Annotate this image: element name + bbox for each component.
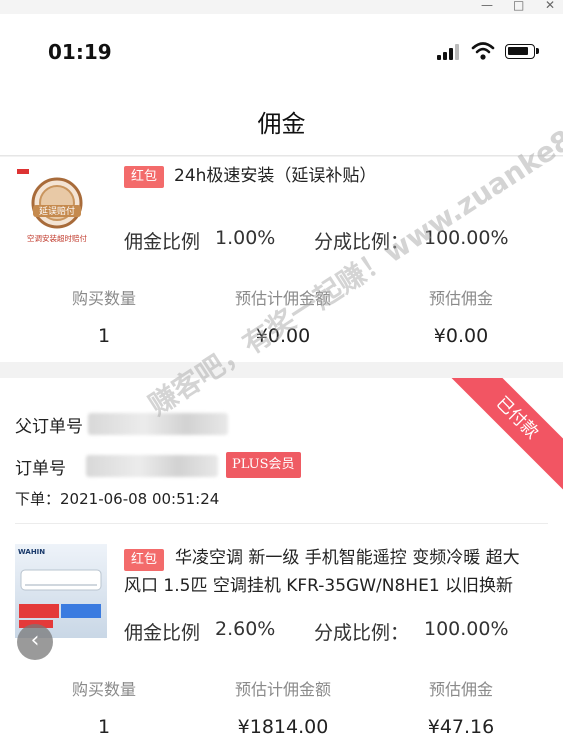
redacted-order-number	[86, 455, 218, 477]
estimated-commission-value: ¥47.16	[427, 716, 495, 738]
thumb-caption: 空调安装超时赔付	[27, 233, 87, 243]
brand-text: WAHIN	[18, 548, 45, 556]
commission-rate-label: 佣金比例	[124, 231, 201, 253]
quantity-label: 购买数量	[71, 289, 136, 308]
red-packet-tag: 红包	[124, 166, 165, 188]
estimated-commission-label: 预估佣金	[428, 680, 493, 699]
status-bar: 01:19	[0, 14, 563, 84]
order-date-value: 2021-06-08 00:51:24	[60, 490, 220, 508]
estimated-commission-value: ¥0.00	[433, 325, 489, 347]
page-title: 佣金	[257, 110, 306, 138]
quantity-value: 1	[97, 325, 111, 347]
window-titlebar: — □ ✕	[0, 0, 563, 14]
red-packet-tag: 红包	[124, 549, 165, 571]
order-date: 下单：2021-06-08 00:51:24	[15, 488, 219, 509]
maximize-icon[interactable]: □	[513, 0, 524, 12]
share-rate-value: 100.00%	[424, 618, 509, 640]
estimated-base-label: 预估计佣金额	[234, 680, 331, 699]
order-card[interactable]: 已付款 父订单号 订单号 PLUS会员 下单：2021-06-08 00:51:…	[0, 378, 563, 755]
nav-bar: 佣金	[0, 84, 563, 156]
parent-order-label: 父订单号	[15, 417, 83, 437]
product-title[interactable]: 24h极速安装（延误补贴）	[174, 162, 376, 190]
signal-icon	[437, 44, 461, 60]
divider	[15, 523, 548, 524]
product-title-line2[interactable]: 风口 1.5匹 空调挂机 KFR-35GW/N8HE1 以旧换新	[124, 572, 513, 600]
close-icon[interactable]: ✕	[545, 0, 555, 12]
estimated-commission-label: 预估佣金	[428, 289, 493, 308]
thumb-text: 延误赔付	[39, 205, 75, 217]
wifi-icon	[471, 42, 495, 60]
commission-rate-value: 2.60%	[215, 618, 276, 640]
minimize-icon[interactable]: —	[481, 0, 493, 12]
quantity-value: 1	[97, 716, 111, 738]
battery-icon	[505, 44, 539, 59]
back-chevron-icon[interactable]: ‹	[17, 624, 53, 660]
commission-rate-label: 佣金比例	[124, 622, 201, 644]
estimated-base-value: ¥1814.00	[237, 716, 329, 738]
order-label: 订单号	[15, 459, 66, 479]
plus-member-badge: PLUS会员	[226, 452, 301, 478]
share-rate-label: 分成比例：	[314, 622, 410, 644]
status-time: 01:19	[48, 40, 112, 64]
product-title-line1[interactable]: 华凌空调 新一级 手机智能遥控 变频冷暖 超大	[175, 544, 520, 572]
order-date-label: 下单：	[15, 490, 61, 508]
commission-rate-value: 1.00%	[215, 227, 276, 249]
delay-compensation-thumbnail: 延误赔付 空调安装超时赔付	[15, 165, 99, 249]
quantity-label: 购买数量	[71, 680, 136, 699]
paid-status-ribbon: 已付款	[433, 378, 563, 502]
